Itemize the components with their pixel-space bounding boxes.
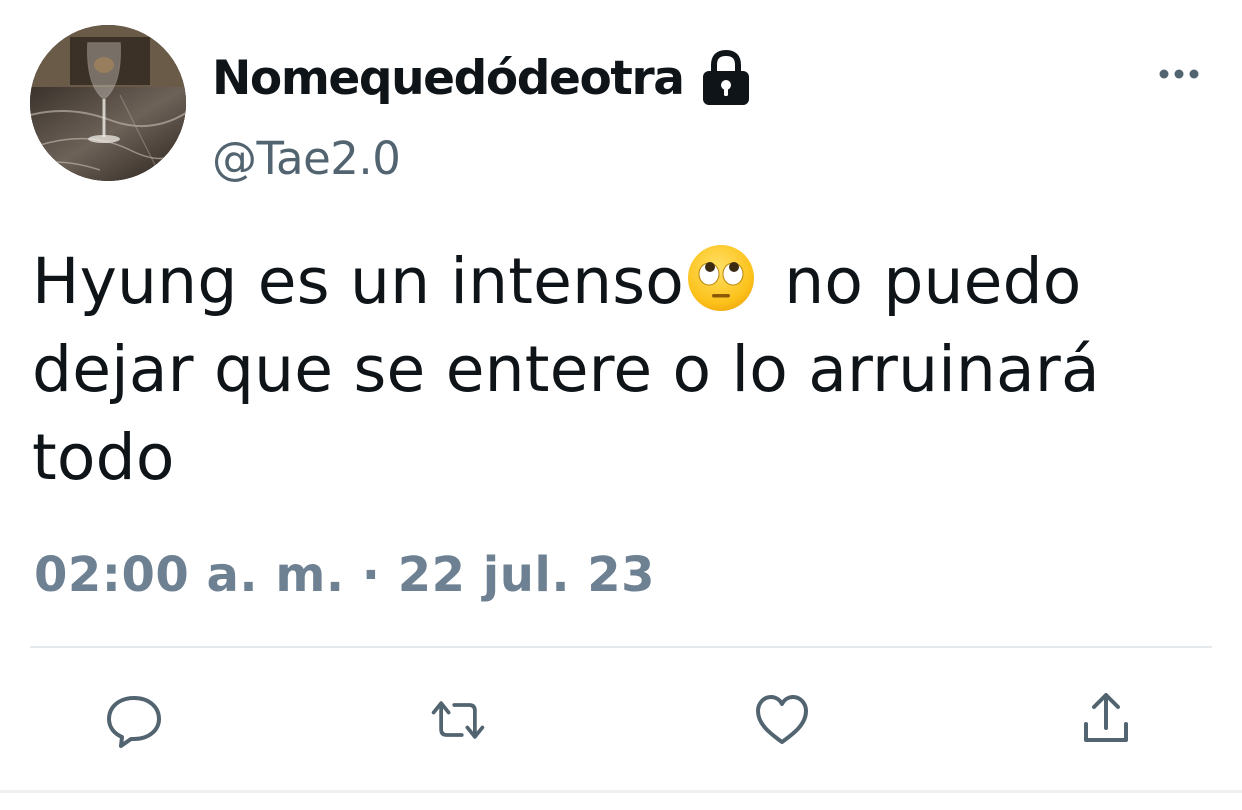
lock-icon	[698, 49, 754, 107]
tweet-text: Hyung es un intenso no puedo dejar que s…	[32, 238, 1212, 502]
retweet-button[interactable]	[428, 690, 488, 750]
heart-icon	[756, 695, 808, 744]
action-bar	[0, 690, 1242, 750]
retweet-icon	[431, 701, 485, 739]
like-button[interactable]	[752, 690, 812, 750]
share-button[interactable]	[1076, 690, 1136, 750]
tweet-text-line-2: dejar que se entere o lo arruinará	[32, 333, 1100, 406]
divider	[30, 646, 1212, 648]
face-with-rolling-eyes-icon	[686, 243, 756, 313]
tweet-text-segment: no puedo	[764, 245, 1082, 318]
avatar[interactable]	[30, 25, 186, 181]
bottom-divider	[0, 790, 1242, 793]
display-name[interactable]: Nomequedódeotra	[212, 51, 685, 106]
tweet-text-line-3: todo	[32, 421, 175, 494]
reply-bubble-icon	[107, 696, 161, 748]
tweet-text-segment: Hyung es un intenso	[32, 245, 685, 318]
tweet-timestamp[interactable]: 02:00 a. m. · 22 jul. 23	[34, 547, 655, 603]
share-icon	[1084, 693, 1128, 742]
user-handle[interactable]: @Tae2.0	[212, 132, 401, 185]
display-name-row: Nomequedódeotra	[212, 46, 754, 110]
tweet: Nomequedódeotra @Tae2.0 Hyung es un inte…	[0, 0, 1242, 810]
avatar-image	[30, 25, 186, 181]
tweet-text-line-1: Hyung es un intenso no puedo	[32, 238, 1212, 326]
more-horizontal-icon[interactable]	[1158, 62, 1200, 86]
reply-button[interactable]	[104, 690, 164, 750]
